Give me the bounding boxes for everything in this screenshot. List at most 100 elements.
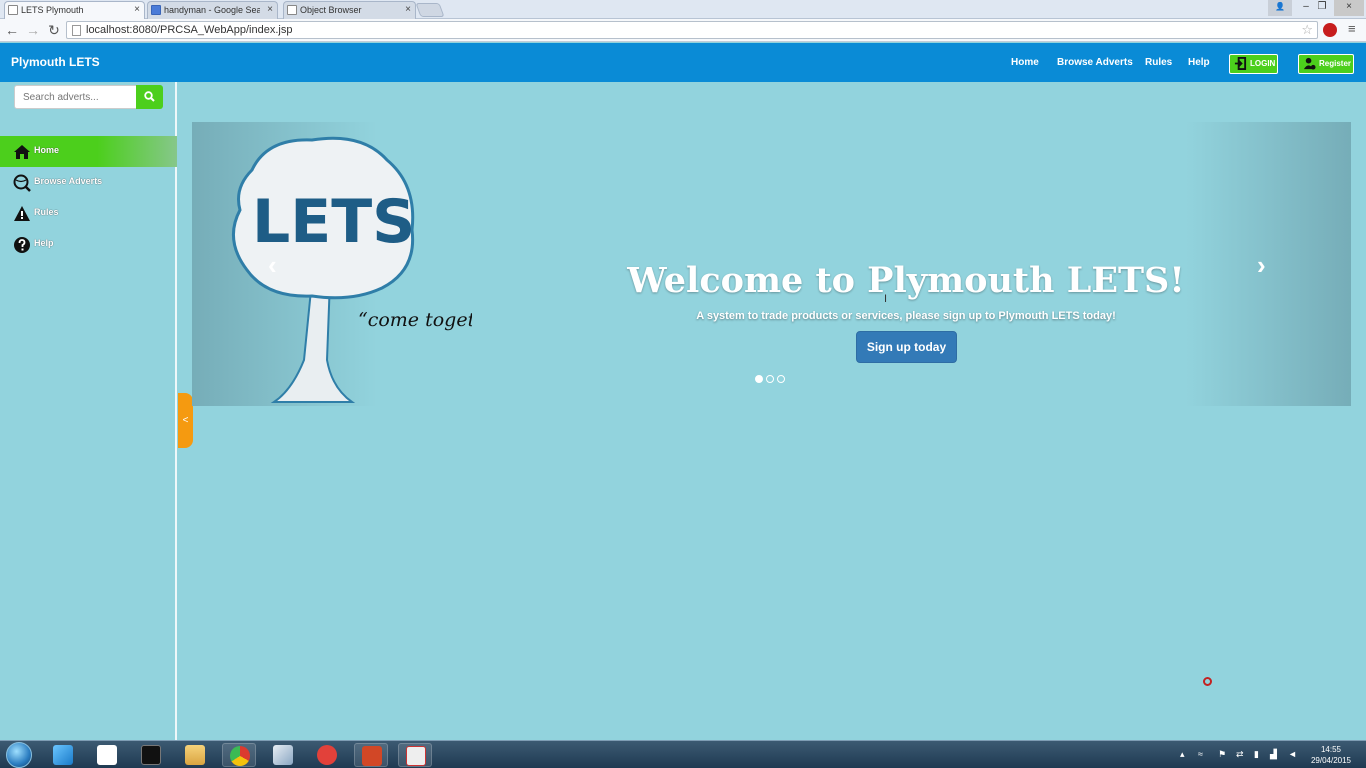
sidebar-collapse-toggle[interactable]: < xyxy=(178,393,193,448)
register-user-icon xyxy=(1303,57,1316,70)
back-button[interactable]: ← xyxy=(3,21,21,39)
address-bar[interactable]: localhost:8080/PRCSA_WebApp/index.jsp ☆ xyxy=(66,21,1318,39)
sidebar-item-label: Home xyxy=(34,145,60,155)
tab-title: LETS Plymouth xyxy=(21,5,84,15)
chrome-menu-icon[interactable]: ≡ xyxy=(1348,21,1356,36)
reload-button[interactable]: ↻ xyxy=(45,21,63,39)
tray-battery-icon[interactable]: ▮ xyxy=(1254,749,1264,759)
carousel-next-icon[interactable]: › xyxy=(1257,252,1266,278)
nav-home-link[interactable]: Home xyxy=(1011,57,1039,68)
taskbar-app[interactable] xyxy=(90,743,124,767)
home-icon xyxy=(14,145,30,159)
taskbar-app[interactable] xyxy=(178,743,212,767)
page-icon xyxy=(72,25,81,36)
tray-app-icon[interactable]: ≈ xyxy=(1198,749,1208,759)
search-globe-icon xyxy=(13,174,31,192)
tray-signal-icon[interactable]: ▟ xyxy=(1270,749,1280,759)
taskbar-app[interactable] xyxy=(46,743,80,767)
nav-rules-link[interactable]: Rules xyxy=(1145,57,1172,68)
login-icon xyxy=(1234,57,1247,70)
page-favicon-icon xyxy=(287,5,297,15)
m-app-icon xyxy=(317,745,337,765)
restore-button[interactable]: ❐ xyxy=(1310,0,1334,16)
sidebar-item-label: Help xyxy=(34,238,54,248)
sidebar-item-label: Rules xyxy=(34,207,59,217)
search-button[interactable] xyxy=(136,85,163,109)
cube-app-icon xyxy=(273,745,293,765)
user-profile-icon[interactable]: 👤 xyxy=(1268,0,1292,16)
file-explorer-icon xyxy=(185,745,205,765)
tab-google-search[interactable]: handyman - Google Search × xyxy=(147,1,278,19)
extension-icon[interactable] xyxy=(1323,23,1337,37)
taskbar-app[interactable] xyxy=(354,743,388,767)
tab-close-icon[interactable]: × xyxy=(267,2,273,18)
tab-close-icon[interactable]: × xyxy=(405,2,411,18)
sidebar: Home Browse Adverts Rules Help xyxy=(0,82,177,740)
text-cursor-icon: I xyxy=(884,293,888,305)
clock-date: 29/04/2015 xyxy=(1310,756,1352,765)
carousel-indicators xyxy=(755,372,788,383)
tab-close-icon[interactable]: × xyxy=(134,2,140,18)
clock-time: 14:55 xyxy=(1320,745,1342,754)
java-icon xyxy=(406,746,426,766)
carousel-indicator[interactable] xyxy=(766,375,774,383)
lets-tree-logo: LETS “come together” xyxy=(231,136,472,403)
tray-volume-icon[interactable]: ◄ xyxy=(1288,749,1298,759)
register-button[interactable]: Register xyxy=(1298,54,1354,74)
brand-title[interactable]: Plymouth LETS xyxy=(11,55,100,69)
virtualbox-icon xyxy=(53,745,73,765)
nav-help-link[interactable]: Help xyxy=(1188,57,1210,68)
taskbar-app[interactable] xyxy=(222,743,256,767)
sidebar-item-help[interactable]: Help xyxy=(0,229,177,260)
window-close-button[interactable]: × xyxy=(1334,0,1364,16)
logo-tagline: “come together” xyxy=(358,309,472,331)
warning-icon xyxy=(14,206,30,221)
tab-title: Object Browser xyxy=(300,5,362,15)
dropbox-icon xyxy=(97,745,117,765)
nav-browse-adverts-link[interactable]: Browse Adverts xyxy=(1057,57,1133,68)
sidebar-item-browse-adverts[interactable]: Browse Adverts xyxy=(0,167,177,198)
user-glyph: 👤 xyxy=(1275,2,1285,11)
sign-up-button[interactable]: Sign up today xyxy=(856,331,957,363)
tray-flag-icon[interactable]: ⚑ xyxy=(1218,749,1228,759)
search-icon xyxy=(144,91,155,102)
tray-network-icon[interactable]: ⇄ xyxy=(1236,749,1246,759)
hero-subtitle: A system to trade products or services, … xyxy=(696,310,1116,322)
taskbar-app[interactable] xyxy=(310,743,344,767)
new-tab-button[interactable] xyxy=(415,3,445,17)
powerpoint-icon xyxy=(362,746,382,766)
bookmark-star-icon[interactable]: ☆ xyxy=(1301,22,1313,38)
hero-carousel: LETS “come together” ‹ › Welcome to Plym… xyxy=(192,122,1351,406)
sidebar-item-rules[interactable]: Rules xyxy=(0,198,177,229)
url-text[interactable]: localhost:8080/PRCSA_WebApp/index.jsp xyxy=(86,23,292,38)
app-navbar: Plymouth LETS Home Browse Adverts Rules … xyxy=(0,43,1366,82)
browser-tab-strip: LETS Plymouth × handyman - Google Search… xyxy=(0,0,1366,19)
start-button[interactable] xyxy=(6,742,32,768)
taskbar-app[interactable] xyxy=(266,743,300,767)
sidebar-item-label: Browse Adverts xyxy=(34,176,103,186)
sidebar-item-home[interactable]: Home xyxy=(0,136,177,167)
carousel-prev-icon[interactable]: ‹ xyxy=(268,252,277,278)
system-clock[interactable]: 14:55 29/04/2015 xyxy=(1305,744,1357,766)
forward-button[interactable]: → xyxy=(24,21,42,39)
carousel-indicator[interactable] xyxy=(755,375,763,383)
tab-object-browser[interactable]: Object Browser × xyxy=(283,1,416,19)
search-input[interactable] xyxy=(14,85,137,109)
browser-toolbar: ← → ↻ localhost:8080/PRCSA_WebApp/index.… xyxy=(0,19,1366,42)
login-button[interactable]: LOGIN xyxy=(1229,54,1278,74)
tray-expand-icon[interactable]: ▴ xyxy=(1180,749,1190,759)
chrome-icon xyxy=(230,746,250,766)
tab-lets-plymouth[interactable]: LETS Plymouth × xyxy=(4,1,145,19)
recording-indicator-icon xyxy=(1203,677,1212,686)
terminal-icon xyxy=(141,745,161,765)
logo-text: LETS xyxy=(252,187,415,257)
taskbar-app[interactable] xyxy=(398,743,432,767)
carousel-indicator[interactable] xyxy=(777,375,785,383)
google-favicon-icon xyxy=(151,5,161,15)
help-icon xyxy=(14,237,30,253)
hero-title: Welcome to Plymouth LETS! xyxy=(627,260,1185,301)
os-taskbar: ▴ ≈ ⚑ ⇄ ▮ ▟ ◄ 14:55 29/04/2015 xyxy=(0,740,1366,768)
page-favicon-icon xyxy=(8,5,18,15)
login-label: LOGIN xyxy=(1250,59,1276,68)
taskbar-app[interactable] xyxy=(134,743,168,767)
